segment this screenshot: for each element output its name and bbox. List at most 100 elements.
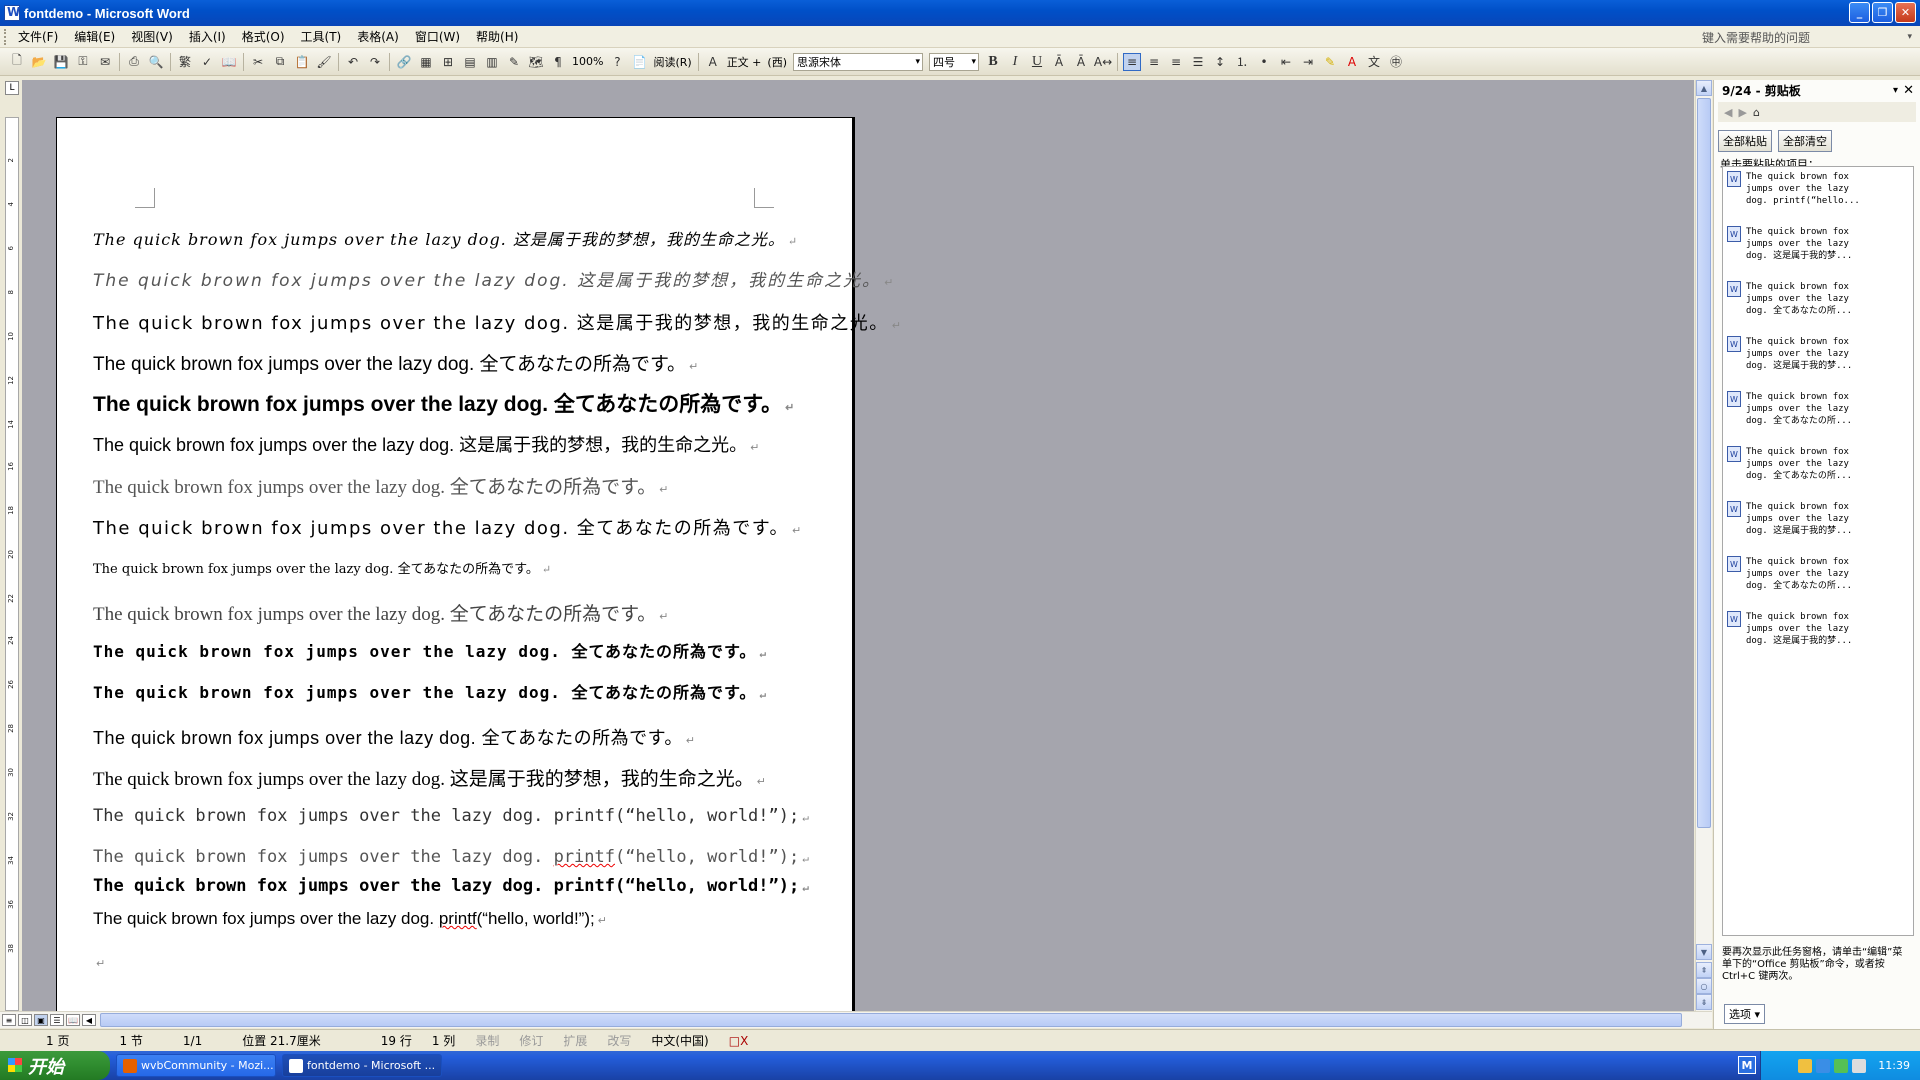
research-icon[interactable]: 📖 — [220, 53, 238, 71]
status-ovr[interactable]: 改写 — [597, 1032, 641, 1049]
tab-selector[interactable]: L — [5, 81, 19, 95]
clipboard-item[interactable]: W The quick brown fox jumps over the lazy… — [1727, 226, 1897, 268]
word-app-icon[interactable] — [4, 5, 20, 21]
copy-icon[interactable]: ⧉ — [271, 53, 289, 71]
volume-icon[interactable] — [1852, 1058, 1867, 1073]
new-document-icon[interactable]: 🗋 — [8, 53, 26, 71]
tables-borders-icon[interactable]: ▦ — [417, 53, 435, 71]
cut-icon[interactable]: ✂ — [249, 53, 267, 71]
text-line[interactable]: The quick brown fox jumps over the lazy … — [93, 472, 668, 499]
clipboard-item[interactable]: W The quick brown fox jumps over the lazy… — [1727, 446, 1897, 488]
clear-all-button[interactable]: 全部清空 — [1778, 130, 1832, 152]
web-view-icon[interactable]: ◫ — [18, 1014, 32, 1026]
help-icon[interactable]: ? — [608, 53, 626, 71]
read-icon[interactable]: 📄 — [630, 53, 648, 71]
text-line[interactable]: The quick brown fox jumps over the lazy … — [93, 558, 551, 577]
back-icon[interactable]: ◀ — [1724, 106, 1732, 119]
distributed-button[interactable]: ☰ — [1189, 53, 1207, 71]
show-hide-icon[interactable]: ¶ — [549, 53, 567, 71]
text-line[interactable]: The quick brown fox jumps over the lazy … — [93, 764, 766, 791]
columns-icon[interactable]: ▥ — [483, 53, 501, 71]
drawing-icon[interactable]: ✎ — [505, 53, 523, 71]
email-icon[interactable]: ✉ — [96, 53, 114, 71]
text-line[interactable]: The quick brown fox jumps over the lazy … — [93, 514, 803, 540]
scroll-left-icon[interactable]: ◀ — [82, 1014, 96, 1026]
clipboard-item[interactable]: W The quick brown fox jumps over the lazy… — [1727, 281, 1897, 323]
prev-page-icon[interactable]: ⇞ — [1696, 962, 1712, 978]
vertical-ruler[interactable]: 2 4 6 8 10 12 14 16 18 20 22 24 26 28 30… — [5, 117, 19, 1011]
save-icon[interactable]: 💾 — [52, 53, 70, 71]
permission-icon[interactable]: ⚿ — [74, 53, 92, 71]
status-rec[interactable]: 录制 — [465, 1032, 509, 1049]
normal-view-icon[interactable]: ≡ — [2, 1014, 16, 1026]
code-line[interactable]: The quick brown fox jumps over the lazy … — [93, 876, 809, 896]
print-layout-icon[interactable]: ▣ — [34, 1014, 48, 1026]
clipboard-item[interactable]: W The quick brown fox jumps over the lazy… — [1727, 171, 1897, 213]
horizontal-scroll-thumb[interactable] — [100, 1013, 1682, 1027]
status-ext[interactable]: 扩展 — [553, 1032, 597, 1049]
format-painter-icon[interactable]: 🖌 — [315, 53, 333, 71]
text-line[interactable]: The quick brown fox jumps over the lazy … — [93, 388, 794, 418]
home-icon[interactable]: ⌂ — [1753, 106, 1760, 119]
empty-paragraph[interactable]: ↵ — [93, 956, 105, 970]
text-line[interactable]: The quick brown fox jumps over the lazy … — [93, 431, 759, 457]
menu-edit[interactable]: 编辑(E) — [66, 26, 123, 47]
clipboard-item[interactable]: W The quick brown fox jumps over the lazy… — [1727, 336, 1897, 378]
clipboard-item[interactable]: W The quick brown fox jumps over the lazy… — [1727, 611, 1897, 653]
text-line[interactable]: The quick brown fox jumps over the lazy … — [93, 638, 767, 662]
text-line[interactable]: The quick brown fox jumps over the lazy … — [93, 226, 798, 250]
clock[interactable]: 11:39 — [1878, 1059, 1910, 1072]
font-name-dropdown[interactable]: 思源宋体 — [793, 52, 923, 71]
underline-button[interactable]: U — [1028, 53, 1046, 71]
document-page[interactable]: The quick brown fox jumps over the lazy … — [56, 117, 901, 1011]
print-icon[interactable]: ⎙ — [125, 53, 143, 71]
text-line[interactable]: The quick brown fox jumps over the lazy … — [93, 724, 696, 750]
document-map-icon[interactable]: 🗺 — [527, 53, 545, 71]
clipboard-item[interactable]: W The quick brown fox jumps over the lazy… — [1727, 501, 1897, 543]
align-right-button[interactable]: ≡ — [1167, 53, 1185, 71]
menu-help[interactable]: 帮助(H) — [468, 26, 526, 47]
menu-insert[interactable]: 插入(I) — [181, 26, 234, 47]
styles-icon[interactable]: A — [704, 53, 722, 71]
bullets-icon[interactable]: • — [1255, 53, 1273, 71]
line-spacing-icon[interactable]: ↕ — [1211, 53, 1229, 71]
taskbar-item-firefox[interactable]: wvbCommunity - Mozi... — [116, 1054, 276, 1077]
next-page-icon[interactable]: ⇟ — [1696, 994, 1712, 1010]
highlight-icon[interactable]: ✎ — [1321, 53, 1339, 71]
clipboard-item[interactable]: W The quick brown fox jumps over the lazy… — [1727, 391, 1897, 433]
spelling-status-icon[interactable]: □X — [719, 1034, 759, 1048]
tray-icon[interactable] — [1834, 1058, 1849, 1073]
restore-button[interactable]: ❐ — [1872, 2, 1893, 23]
close-icon[interactable]: ✕ — [1903, 83, 1914, 98]
chevron-down-icon[interactable]: ▾ — [1893, 85, 1898, 96]
tray-icon[interactable] — [1798, 1058, 1813, 1073]
start-button[interactable]: 开始 — [0, 1051, 110, 1080]
options-dropdown[interactable]: 选项 ▾ — [1724, 1004, 1766, 1024]
minimize-button[interactable]: _ — [1849, 2, 1870, 23]
code-line[interactable]: The quick brown fox jumps over the lazy … — [93, 806, 809, 826]
menu-file[interactable]: 文件(F) — [10, 26, 66, 47]
menu-tools[interactable]: 工具(T) — [293, 26, 350, 47]
menu-view[interactable]: 视图(V) — [123, 26, 181, 47]
print-preview-icon[interactable]: 🔍 — [147, 53, 165, 71]
tray-icon[interactable] — [1816, 1058, 1831, 1073]
font-size-dropdown[interactable]: 四号 — [929, 52, 979, 71]
character-border-icon[interactable]: Ā — [1050, 53, 1068, 71]
select-browse-object-icon[interactable]: ○ — [1696, 978, 1712, 994]
scroll-down-icon[interactable]: ▼ — [1696, 944, 1712, 960]
traditional-chinese-icon[interactable]: 繁 — [176, 53, 194, 71]
insert-table-icon[interactable]: ⊞ — [439, 53, 457, 71]
read-button[interactable]: 阅读(R) — [653, 54, 691, 70]
western-font-dropdown[interactable]: (西) — [767, 54, 787, 70]
forward-icon[interactable]: ▶ — [1738, 106, 1746, 119]
open-folder-icon[interactable]: 📂 — [30, 53, 48, 71]
clipboard-item[interactable]: W The quick brown fox jumps over the lazy… — [1727, 556, 1897, 598]
enclose-characters-icon[interactable]: ㊥ — [1387, 53, 1405, 71]
decrease-indent-icon[interactable]: ⇤ — [1277, 53, 1295, 71]
increase-indent-icon[interactable]: ⇥ — [1299, 53, 1317, 71]
zoom-value[interactable]: 100% — [572, 55, 603, 68]
bold-button[interactable]: B — [984, 53, 1002, 71]
phonetic-guide-icon[interactable]: 文 — [1365, 53, 1383, 71]
vertical-scrollbar[interactable]: ▲ ▼ ⇞ ○ ⇟ — [1695, 80, 1712, 1011]
paste-all-button[interactable]: 全部粘贴 — [1718, 130, 1772, 152]
